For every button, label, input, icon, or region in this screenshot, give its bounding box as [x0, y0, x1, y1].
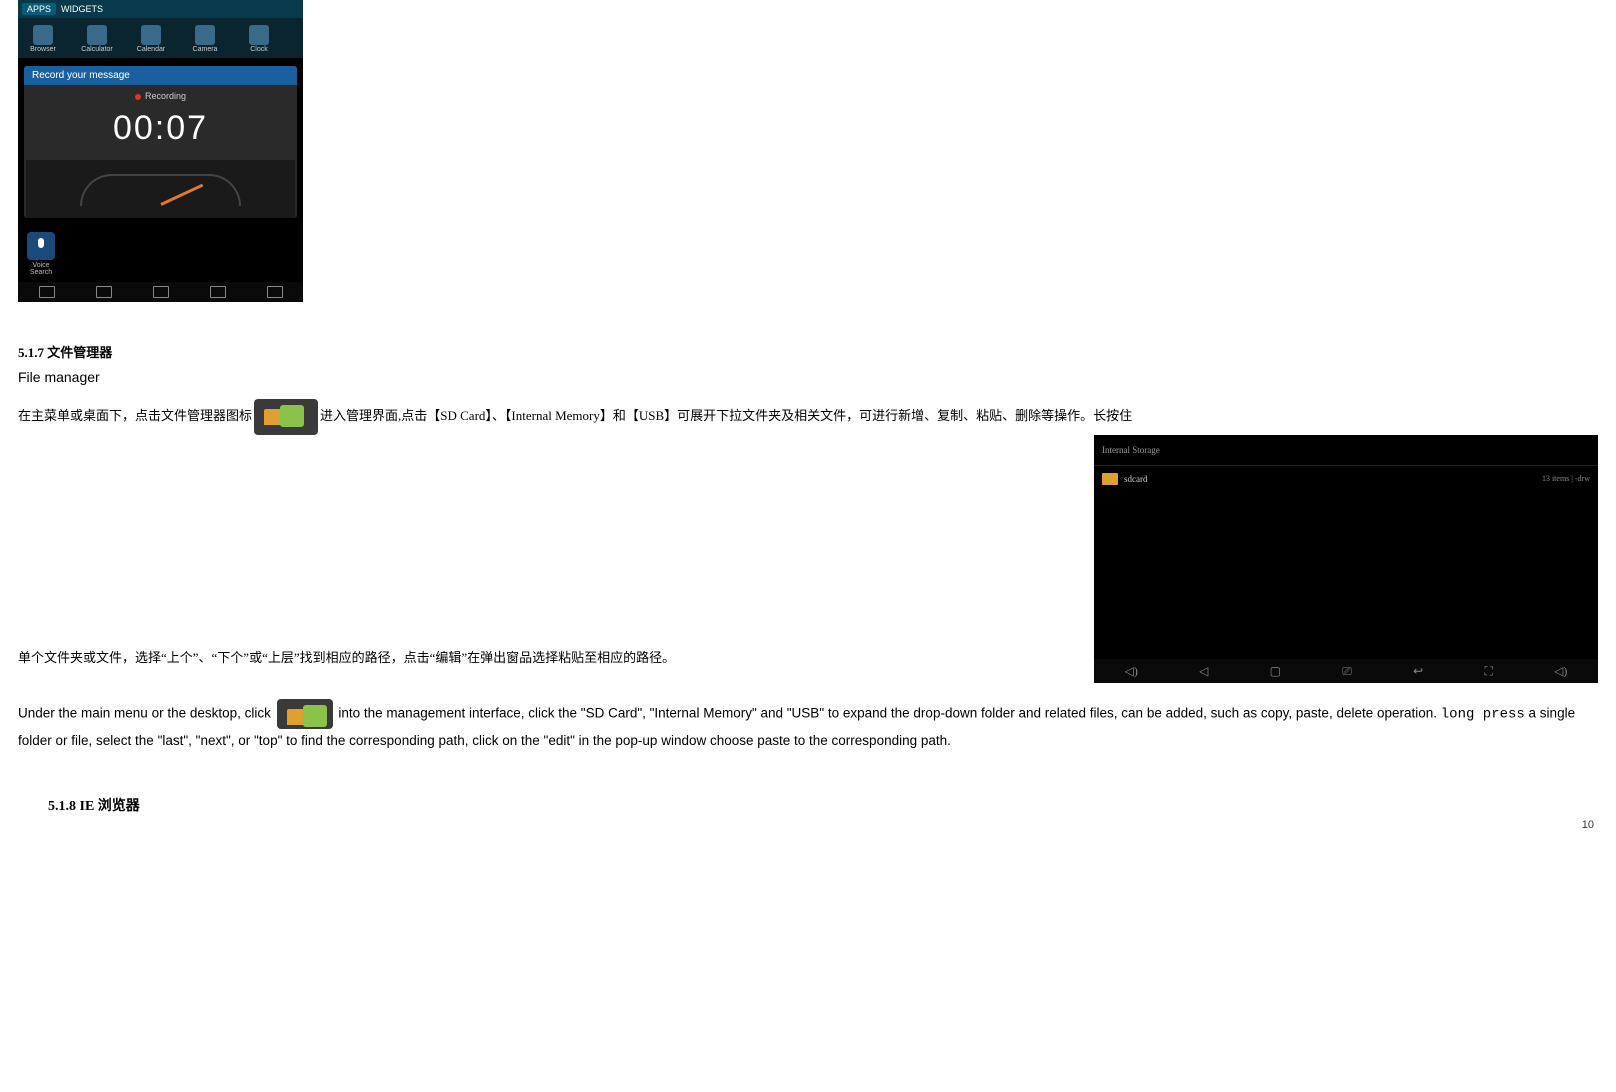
section-517-en: Under the main menu or the desktop, clic… — [18, 699, 1598, 753]
app-calculator: Calculator — [76, 25, 118, 53]
app-strip: Browser Calculator Calendar Camera Clock — [18, 18, 303, 58]
section-517-zh: 在主菜单或桌面下，点击文件管理器图标 进入管理界面,点击【SD Card】、【In… — [18, 399, 1598, 671]
file-manager-icon-small — [277, 699, 333, 729]
tab-widgets: WIDGETS — [61, 4, 103, 14]
page-number: 10 — [1582, 819, 1594, 831]
section-517-heading: 5.1.7 文件管理器 — [18, 342, 1598, 361]
vu-meter — [26, 160, 295, 218]
file-manager-screenshot: Internal Storage sdcard 13 items | -drw … — [1094, 435, 1598, 683]
nav-back-icon: ◁ — [1199, 659, 1208, 683]
zh-text-after: 进入管理界面,点击【SD Card】、【Internal Memory】和【US… — [320, 408, 1132, 423]
recorder-screenshot: APPS WIDGETS Browser Calculator Calendar… — [18, 0, 303, 302]
en-after: into the management interface, click the… — [335, 706, 1441, 721]
app-clock: Clock — [238, 25, 280, 53]
en-before: Under the main menu or the desktop, clic… — [18, 706, 275, 721]
en-longpress: long press — [1441, 707, 1525, 723]
nav-recent-icon: ⎚ — [1342, 659, 1352, 683]
section-518-heading: 5.1.8 IE 浏览器 — [48, 795, 1598, 815]
nav-vol2-icon: ◁) — [1554, 659, 1567, 683]
recorder-title: Record your message — [24, 66, 297, 85]
fm-item-sdcard: sdcard 13 items | -drw — [1094, 466, 1598, 492]
tab-apps: APPS — [22, 3, 56, 15]
folder-icon — [1102, 473, 1118, 485]
section-517-subtitle: File manager — [18, 369, 1598, 385]
app-calendar: Calendar — [130, 25, 172, 53]
nav-expand-icon: ⛶ — [1484, 659, 1492, 683]
zh-text-before: 在主菜单或桌面下，点击文件管理器图标 — [18, 408, 252, 423]
android-tabs: APPS WIDGETS — [18, 0, 303, 18]
nav-return-icon: ↩ — [1413, 659, 1423, 683]
recorder-time: 00:07 — [24, 103, 297, 158]
zh-line2: 单个文件夹或文件，选择“上个”、“下个”或“上层”找到相应的路径，点击“编辑”在… — [18, 650, 675, 665]
mic-icon — [27, 232, 55, 260]
fm-navbar: ◁) ◁ ▢ ⎚ ↩ ⛶ ◁) — [1094, 659, 1598, 683]
nav-vol-icon: ◁) — [1125, 659, 1138, 683]
recorder-window: Record your message Recording 00:07 — [24, 66, 297, 218]
app-browser: Browser — [22, 25, 64, 53]
fm-header: Internal Storage — [1094, 435, 1598, 466]
voice-search-app: Voice Search — [24, 232, 58, 276]
android-navbar — [18, 282, 303, 302]
nav-home-icon: ▢ — [1270, 659, 1281, 683]
file-manager-icon — [254, 399, 318, 435]
app-camera: Camera — [184, 25, 226, 53]
recorder-status: Recording — [24, 85, 297, 103]
